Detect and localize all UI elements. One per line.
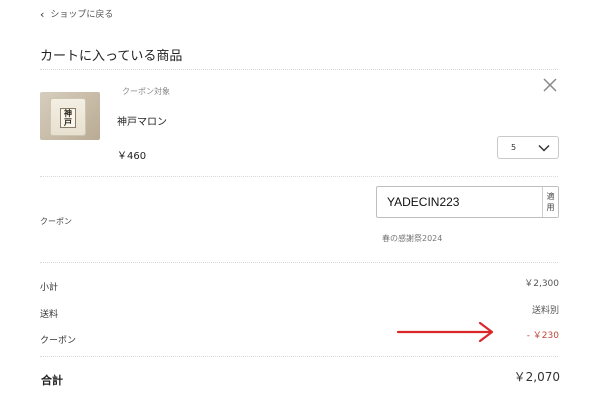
total-value: ￥2,070 (513, 370, 560, 384)
product-thumbnail: 神戸 (40, 92, 100, 140)
coupon-campaign-name: 春の感謝祭2024 (382, 234, 443, 243)
subtotal-value: ￥2,300 (524, 279, 559, 289)
divider (40, 176, 558, 177)
total-label: 合計 (41, 374, 63, 387)
product-package-label: 神戸 (60, 108, 76, 128)
chevron-down-icon (538, 144, 550, 152)
chevron-left-icon: ‹ (40, 8, 45, 21)
quantity-select[interactable]: 5 (497, 136, 559, 159)
shipping-label: 送料 (40, 310, 59, 320)
divider (40, 356, 558, 357)
product-price: ￥460 (117, 151, 147, 162)
cart-title: カートに入っている商品 (40, 49, 183, 64)
coupon-discount-value: - ￥230 (526, 331, 559, 341)
product-name: 神戸マロン (117, 117, 167, 128)
remove-item-button[interactable] (541, 76, 559, 94)
coupon-discount-label: クーポン (40, 336, 77, 346)
apply-coupon-button[interactable]: 適用 (542, 187, 558, 217)
coupon-eligible-tag: クーポン対象 (122, 87, 170, 96)
subtotal-label: 小計 (40, 283, 59, 293)
quantity-value: 5 (511, 143, 517, 152)
divider (40, 69, 558, 70)
close-icon (543, 78, 557, 92)
coupon-code-input[interactable] (377, 187, 542, 217)
shipping-value: 送料別 (531, 306, 559, 316)
back-to-shop-link[interactable]: ‹ ショップに戻る (40, 8, 113, 22)
coupon-label: クーポン (40, 217, 72, 226)
divider (40, 262, 558, 263)
back-to-shop-label: ショップに戻る (50, 10, 114, 20)
coupon-form: 適用 (376, 186, 559, 218)
red-arrow-annotation (396, 321, 494, 343)
